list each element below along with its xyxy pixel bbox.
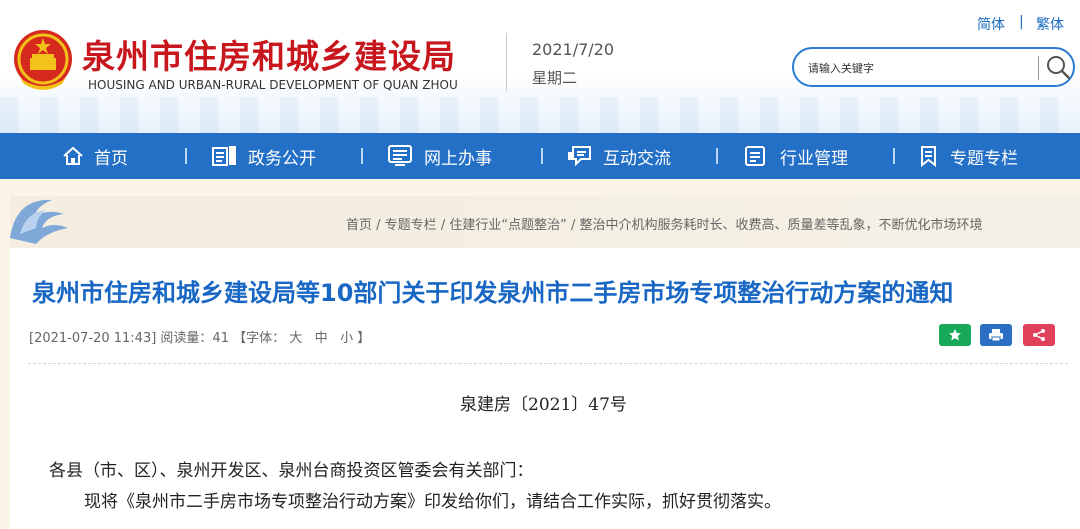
main-nav: 首页 政务公开 网上办事 互动交流 行业管理 专题专栏 (0, 133, 1080, 179)
list-icon (388, 145, 412, 166)
favorite-button[interactable] (939, 324, 971, 346)
nav-item-interaction[interactable]: 互动交流 (567, 133, 671, 179)
current-date: 2021/7/20 (532, 40, 615, 59)
document-number: 泉建房〔2021〕47号 (460, 395, 627, 415)
nav-divider (716, 148, 718, 164)
nav-label: 政务公开 (248, 148, 316, 169)
nav-divider (541, 148, 543, 164)
article-addressee: 各县（市、区）、泉州开发区、泉州台商投资区管委会有关部门： (49, 461, 534, 481)
article-paragraph: 现将《泉州市二手房市场专项整治行动方案》印发给你们，请结合工作实际，抓好贯彻落实… (84, 492, 781, 512)
chat-icon (568, 146, 591, 167)
search-divider (1038, 56, 1039, 80)
simplified-chinese-link[interactable]: 简体 (977, 14, 1005, 34)
breadcrumb-separator: / (436, 218, 450, 233)
home-icon (63, 146, 83, 165)
share-icon (1033, 329, 1045, 341)
breadcrumb-separator: / (372, 218, 385, 233)
bookmark-icon (921, 146, 936, 167)
nav-label: 行业管理 (780, 148, 848, 169)
nav-divider (893, 148, 895, 164)
site-title: 泉州市住房和城乡建设局 (82, 37, 456, 76)
wave-decoration-icon (10, 199, 68, 244)
nav-divider (185, 148, 187, 164)
clipboard-icon (745, 146, 765, 166)
site-subtitle: HOUSING AND URBAN-RURAL DEVELOPMENT OF Q… (88, 78, 458, 92)
nav-item-industry-management[interactable]: 行业管理 (744, 133, 848, 179)
font-size-medium[interactable]: 中 (315, 331, 328, 346)
breadcrumb-current[interactable]: 整治中介机构服务耗时长、收费高、质量差等乱象，不断优化市场环境 (579, 218, 982, 233)
breadcrumb-rectification[interactable]: 住建行业“点题整治” (449, 218, 566, 233)
breadcrumb-separator: / (566, 218, 580, 233)
meta-close-bracket: 】 (357, 331, 371, 346)
header-divider (506, 33, 507, 91)
language-separator: | (1019, 14, 1024, 30)
search-icon[interactable] (1044, 53, 1072, 81)
breadcrumb: 首页 / 专题专栏 / 住建行业“点题整治” / 整治中介机构服务耗时长、收费高… (346, 214, 983, 233)
national-emblem-icon (14, 30, 72, 90)
traditional-chinese-link[interactable]: 繁体 (1036, 14, 1064, 34)
article-meta: [2021-07-20 11:43] 阅读量：41 【字体： 大 中 小 】 (29, 327, 370, 346)
search-input[interactable] (808, 58, 1028, 78)
breadcrumb-home[interactable]: 首页 (346, 218, 372, 233)
skyline-decoration (0, 97, 1080, 133)
document-icon (212, 146, 236, 166)
print-icon (989, 329, 1003, 342)
meta-divider (28, 363, 1068, 364)
nav-divider (361, 148, 363, 164)
article-title: 泉州市住房和城乡建设局等10部门关于印发泉州市二手房市场专项整治行动方案的通知 (32, 279, 954, 307)
nav-item-government-affairs[interactable]: 政务公开 (212, 133, 316, 179)
font-size-large[interactable]: 大 (289, 331, 302, 346)
star-icon (949, 329, 961, 341)
nav-item-special-topics[interactable]: 专题专栏 (918, 133, 1018, 179)
font-size-small[interactable]: 小 (340, 331, 353, 346)
print-button[interactable] (980, 324, 1012, 346)
nav-item-home[interactable]: 首页 (62, 133, 128, 179)
publish-info: [2021-07-20 11:43] 阅读量：41 【字体： (29, 331, 286, 346)
current-weekday: 星期二 (532, 69, 578, 87)
nav-label: 互动交流 (603, 148, 671, 169)
search-box (792, 47, 1075, 87)
nav-item-online-services[interactable]: 网上办事 (388, 133, 492, 179)
share-button[interactable] (1023, 324, 1055, 346)
breadcrumb-special-topics[interactable]: 专题专栏 (385, 218, 437, 233)
nav-label: 网上办事 (424, 148, 492, 169)
nav-label: 专题专栏 (950, 148, 1018, 169)
nav-label: 首页 (94, 148, 128, 169)
